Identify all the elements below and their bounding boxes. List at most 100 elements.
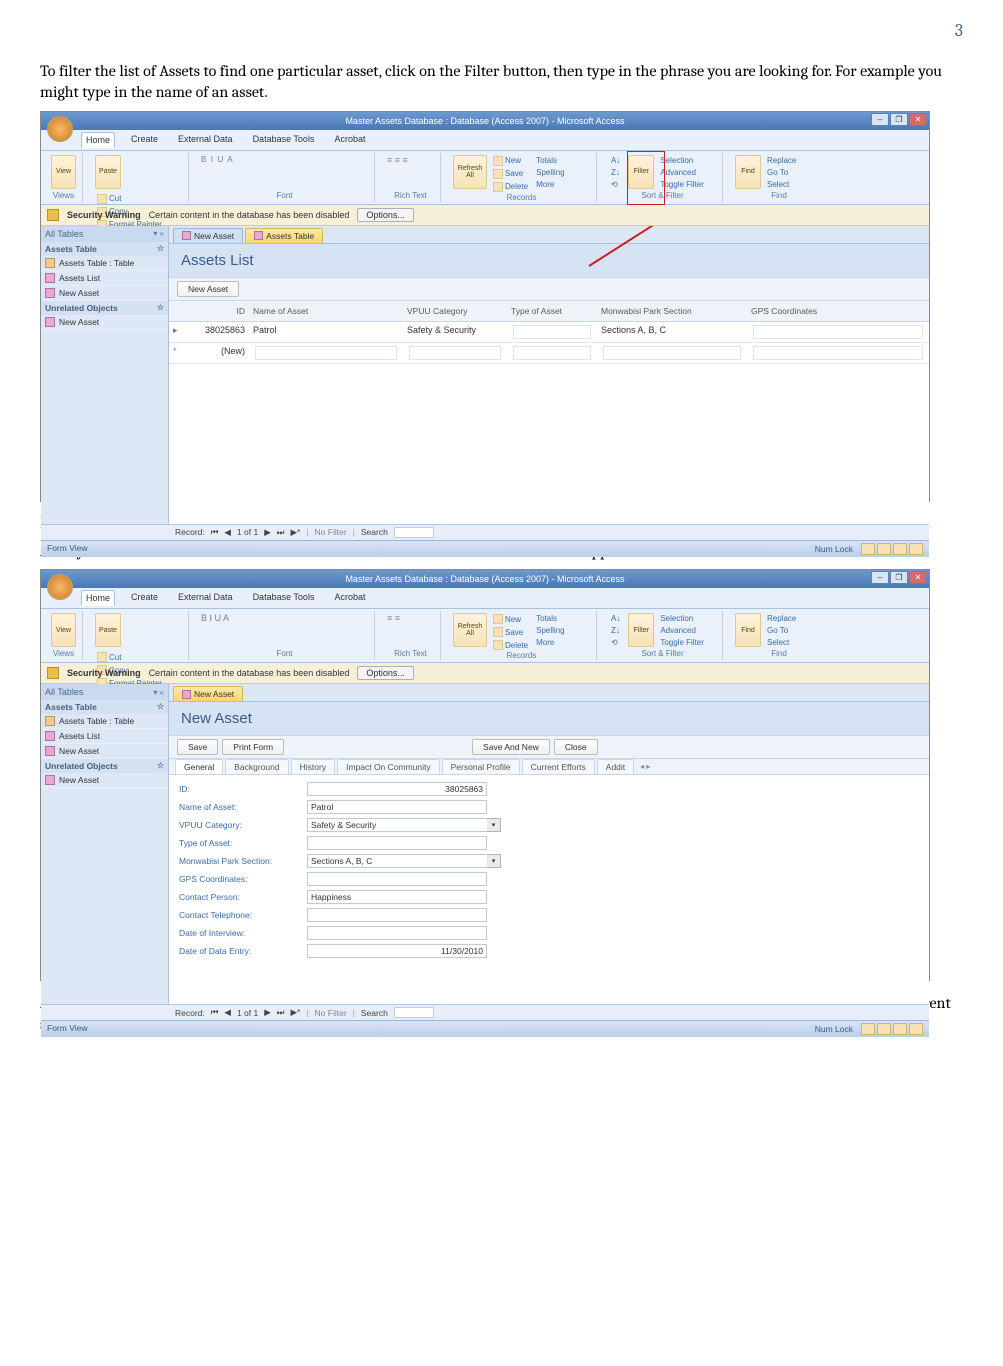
minimize-button[interactable]: ‒ — [871, 571, 889, 584]
col-gps[interactable]: GPS Coordinates — [747, 305, 929, 317]
ribbon-tab-external[interactable]: External Data — [174, 590, 237, 606]
formtab-background[interactable]: Background — [225, 759, 288, 774]
navgroup-assets[interactable]: Assets Table☆ — [41, 242, 168, 256]
totals-button[interactable]: Totals — [534, 155, 566, 166]
cell-type[interactable] — [507, 324, 597, 340]
view-button[interactable]: View — [51, 613, 76, 647]
formtab-impact[interactable]: Impact On Community — [337, 759, 440, 774]
save-button[interactable]: Save — [177, 739, 218, 755]
paste-button[interactable]: Paste — [95, 155, 121, 189]
refresh-all-button[interactable]: Refresh All — [453, 155, 487, 189]
navgroup-assets[interactable]: Assets Table☆ — [41, 700, 168, 714]
nav-item-assets-list[interactable]: Assets List — [41, 729, 168, 744]
clear-sort-button[interactable]: ⟲ — [609, 179, 622, 190]
view-icon-2[interactable] — [877, 543, 891, 555]
chevron-down-icon[interactable]: ▾ — [487, 854, 501, 868]
sort-desc-button[interactable]: Z↓ — [609, 167, 622, 178]
ribbon-tab-create[interactable]: Create — [127, 132, 162, 148]
ribbon-tab-dbtools[interactable]: Database Tools — [249, 132, 319, 148]
list-row[interactable]: ▸ 38025863 Patrol Safety & Security Sect… — [169, 322, 929, 343]
formtab-history[interactable]: History — [291, 759, 335, 774]
secwarn-options-button[interactable]: Options... — [357, 666, 414, 680]
refresh-all-button[interactable]: Refresh All — [453, 613, 487, 647]
selection-button[interactable]: Selection — [658, 155, 706, 166]
view-icon-1[interactable] — [861, 543, 875, 555]
cell-cat[interactable]: Safety & Security — [403, 324, 507, 340]
cell-gps[interactable] — [747, 324, 929, 340]
select-button[interactable]: Select — [765, 179, 798, 190]
spelling-button[interactable]: Spelling — [534, 167, 566, 178]
ribbon-tab-acrobat[interactable]: Acrobat — [330, 590, 369, 606]
spelling-button[interactable]: Spelling — [534, 625, 566, 636]
formtab-efforts[interactable]: Current Efforts — [522, 759, 595, 774]
selection-button[interactable]: Selection — [658, 613, 706, 624]
tab-scroll-right-icon[interactable]: ◂ ▸ — [636, 762, 654, 771]
sort-asc-button[interactable]: A↓ — [609, 613, 622, 624]
rec-nofilter[interactable]: No Filter — [315, 1008, 347, 1018]
advanced-button[interactable]: Advanced — [658, 167, 706, 178]
toggle-filter-button[interactable]: Toggle Filter — [658, 637, 706, 648]
ribbon-tab-home[interactable]: Home — [81, 132, 115, 148]
cell-id[interactable]: 38025863 — [193, 324, 249, 340]
navpane-header[interactable]: All Tables▾ « — [41, 226, 168, 242]
restore-button[interactable]: ❐ — [890, 113, 908, 126]
select-button[interactable]: Select — [765, 637, 798, 648]
new-record-button[interactable]: New — [491, 155, 530, 167]
cut-button[interactable]: Cut — [95, 193, 164, 205]
view-icon-3[interactable] — [893, 1023, 907, 1035]
save-record-button[interactable]: Save — [491, 168, 530, 180]
cell-sec[interactable]: Sections A, B, C — [597, 324, 747, 340]
nav-item-new-asset-2[interactable]: New Asset — [41, 315, 168, 330]
sort-asc-button[interactable]: A↓ — [609, 155, 622, 166]
ribbon-tab-home[interactable]: Home — [81, 590, 115, 606]
advanced-button[interactable]: Advanced — [658, 625, 706, 636]
filter-button[interactable]: Filter — [628, 613, 654, 647]
cat-field[interactable]: Safety & Security — [307, 818, 487, 832]
ribbon-tab-create[interactable]: Create — [127, 590, 162, 606]
rec-last[interactable]: ⏭ — [277, 1007, 285, 1018]
sort-desc-button[interactable]: Z↓ — [609, 625, 622, 636]
find-button[interactable]: Find — [735, 155, 761, 189]
rec-next[interactable]: ▶ — [264, 527, 271, 538]
rec-prev[interactable]: ◀ — [224, 527, 231, 538]
formtab-profile[interactable]: Personal Profile — [442, 759, 520, 774]
save-record-button[interactable]: Save — [491, 626, 530, 638]
goto-button[interactable]: Go To — [765, 625, 798, 636]
rec-new[interactable]: ▶* — [290, 1007, 300, 1018]
contact-telephone-field[interactable] — [307, 908, 487, 922]
rec-next[interactable]: ▶ — [264, 1007, 271, 1018]
col-type[interactable]: Type of Asset — [507, 305, 597, 317]
more-button[interactable]: More — [534, 637, 566, 648]
replace-button[interactable]: Replace — [765, 155, 798, 166]
formtab-general[interactable]: General — [175, 759, 223, 774]
nav-item-assets-table[interactable]: Assets Table : Table — [41, 714, 168, 729]
toggle-filter-button[interactable]: Toggle Filter — [658, 179, 706, 190]
rec-last[interactable]: ⏭ — [277, 527, 285, 538]
doctab-new-asset[interactable]: New Asset — [173, 686, 243, 701]
print-form-button[interactable]: Print Form — [222, 739, 284, 755]
restore-button[interactable]: ❐ — [890, 571, 908, 584]
view-icon-4[interactable] — [909, 1023, 923, 1035]
rec-search-input[interactable] — [394, 527, 434, 538]
close-form-button[interactable]: Close — [554, 739, 598, 755]
navpane-header[interactable]: All Tables▾ « — [41, 684, 168, 700]
name-field[interactable]: Patrol — [307, 800, 487, 814]
date-interview-field[interactable] — [307, 926, 487, 940]
save-and-new-button[interactable]: Save And New — [472, 739, 550, 755]
doctab-new-asset[interactable]: New Asset — [173, 228, 243, 243]
find-button[interactable]: Find — [735, 613, 761, 647]
cut-button[interactable]: Cut — [95, 651, 164, 663]
col-cat[interactable]: VPUU Category — [403, 305, 507, 317]
minimize-button[interactable]: ‒ — [871, 113, 889, 126]
rec-prev[interactable]: ◀ — [224, 1007, 231, 1018]
chevron-down-icon[interactable]: ▾ — [487, 818, 501, 832]
secwarn-options-button[interactable]: Options... — [357, 208, 414, 222]
navgroup-unrelated[interactable]: Unrelated Objects☆ — [41, 301, 168, 315]
id-field[interactable]: 38025863 — [307, 782, 487, 796]
close-button[interactable]: ✕ — [909, 571, 927, 584]
view-button[interactable]: View — [51, 155, 76, 189]
rec-search-input[interactable] — [394, 1007, 434, 1018]
ribbon-tab-acrobat[interactable]: Acrobat — [330, 132, 369, 148]
contact-person-field[interactable]: Happiness — [307, 890, 487, 904]
delete-record-button[interactable]: Delete — [491, 181, 530, 193]
